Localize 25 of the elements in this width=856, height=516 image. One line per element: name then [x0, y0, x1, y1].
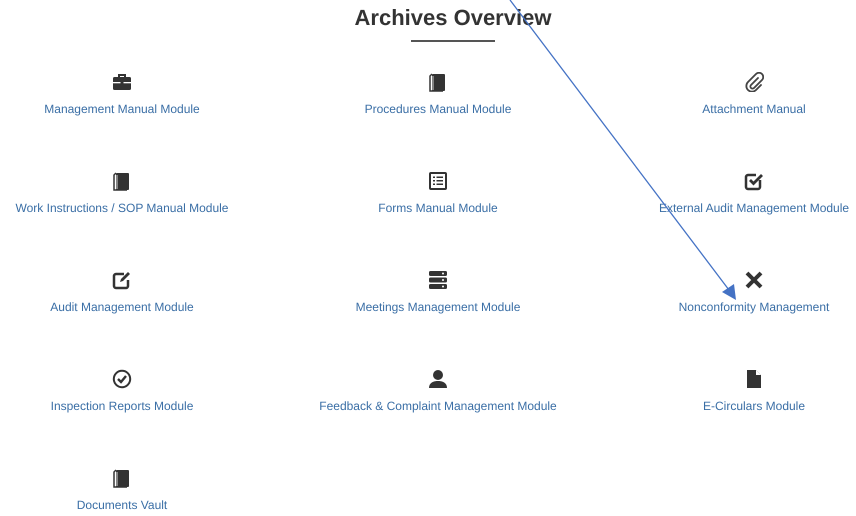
check-circle-icon [112, 369, 132, 389]
list-icon [428, 171, 448, 191]
book-icon [112, 468, 132, 488]
module-link[interactable]: Inspection Reports Module [50, 398, 194, 414]
module-link[interactable]: Nonconformity Management [678, 299, 830, 315]
module-link[interactable]: Feedback & Complaint Management Module [319, 398, 557, 414]
module-link[interactable]: E-Circulars Module [702, 398, 806, 414]
paperclip-icon [744, 72, 764, 92]
module-link[interactable]: Audit Management Module [50, 299, 194, 315]
module-link[interactable]: Work Instructions / SOP Manual Module [16, 200, 228, 216]
book-icon [428, 72, 448, 92]
book-icon [112, 171, 132, 191]
server-icon [428, 270, 448, 290]
module-link[interactable]: Management Manual Module [44, 101, 200, 117]
module-link[interactable]: Procedures Manual Module [364, 101, 512, 117]
user-icon [428, 369, 448, 389]
module-link[interactable]: Documents Vault [76, 497, 168, 513]
briefcase-icon [112, 72, 132, 92]
checkbox-icon [744, 171, 764, 191]
edit-icon [112, 270, 132, 290]
module-link[interactable]: Attachment Manual [702, 101, 806, 117]
module-link[interactable]: Meetings Management Module [356, 299, 520, 315]
close-icon [744, 270, 764, 290]
module-link[interactable]: Forms Manual Module [378, 200, 498, 216]
file-icon [744, 369, 764, 389]
